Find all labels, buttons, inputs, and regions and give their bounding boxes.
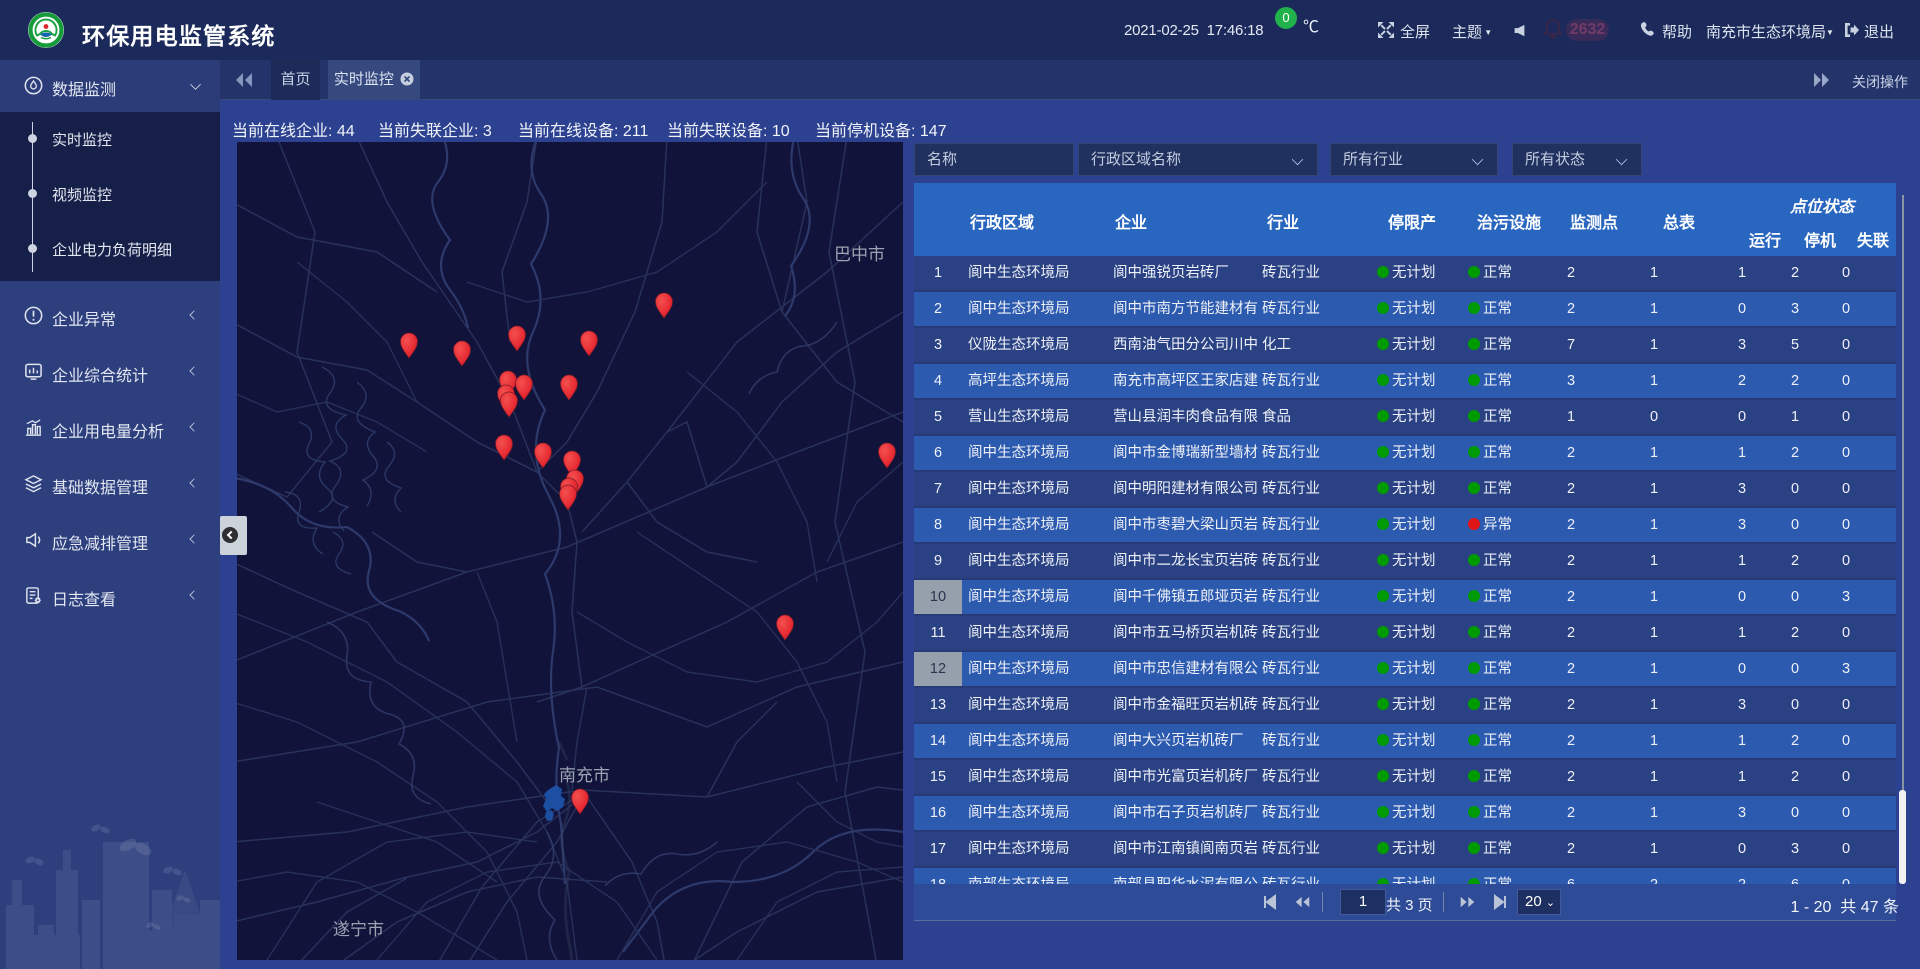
svg-text:巴中市: 巴中市 [834,245,885,264]
svg-text:遂宁市: 遂宁市 [333,920,384,939]
svg-text:南充市: 南充市 [559,766,610,785]
